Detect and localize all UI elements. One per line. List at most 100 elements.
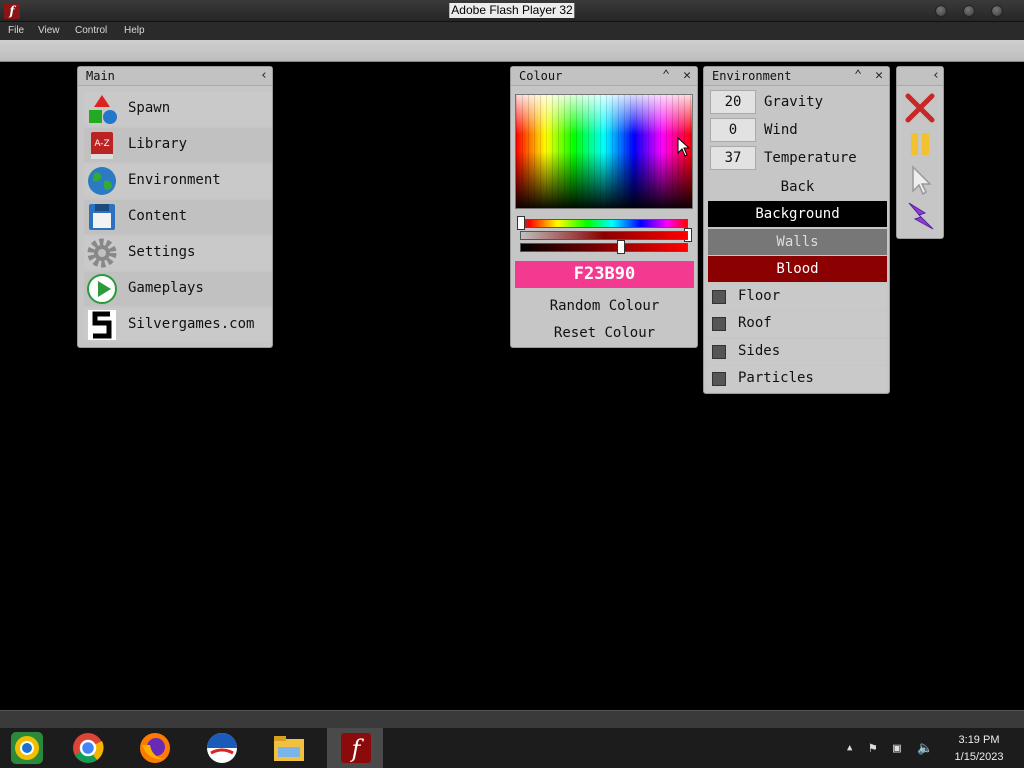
main-item-gameplays[interactable]: Gameplays — [84, 272, 272, 306]
main-item-content[interactable]: Content — [84, 200, 272, 234]
reset-colour-button[interactable]: Reset Colour — [515, 320, 694, 346]
game-bottom-bar — [0, 710, 1024, 728]
environment-panel-title: Environment — [712, 69, 792, 83]
main-item-settings[interactable]: Settings — [84, 236, 272, 270]
wind-label: Wind — [764, 122, 798, 138]
firefox-icon[interactable] — [138, 731, 172, 765]
tools-panel-header: ‹ — [897, 67, 943, 86]
floor-checkbox[interactable] — [712, 290, 726, 304]
menu-file[interactable]: File — [8, 25, 24, 36]
blood-colour-button[interactable]: Blood — [708, 256, 887, 282]
background-colour-button[interactable]: Background — [708, 201, 887, 227]
silvergames-logo-icon — [88, 310, 116, 340]
brightness-slider[interactable] — [520, 243, 688, 252]
environment-panel-header: Environment ⌃ ✕ — [704, 67, 889, 86]
main-panel: Main ‹ Spawn A-Z Library Environment Con… — [77, 66, 273, 348]
minimize-chevron-icon[interactable]: ⌃ — [658, 68, 674, 84]
maximize-button[interactable] — [963, 5, 975, 17]
minimize-chevron-icon[interactable]: ⌃ — [850, 68, 866, 84]
pause-tool-icon[interactable] — [903, 127, 937, 161]
main-item-label: Settings — [128, 244, 196, 260]
book-az-icon: A-Z — [91, 132, 113, 159]
flag-icon[interactable]: ⚑ — [869, 741, 877, 756]
main-item-spawn[interactable]: Spawn — [84, 92, 272, 126]
chevron-up-icon[interactable]: ▲ — [847, 743, 852, 753]
collapse-chevron-icon[interactable]: ‹ — [928, 68, 944, 84]
main-item-label: Gameplays — [128, 280, 204, 296]
close-window-button[interactable] — [991, 5, 1003, 17]
floppy-disk-icon — [89, 204, 115, 230]
main-item-label: Silvergames.com — [128, 316, 255, 332]
floor-label: Floor — [738, 288, 781, 304]
main-item-environment[interactable]: Environment — [84, 164, 272, 198]
roof-checkbox-row[interactable]: Roof — [708, 311, 887, 337]
network-icon[interactable]: ▣ — [893, 741, 901, 756]
sides-checkbox-row[interactable]: Sides — [708, 339, 887, 365]
hex-colour-value[interactable]: F23B90 — [515, 261, 694, 288]
mouse-cursor-icon — [677, 137, 691, 157]
wind-value-input[interactable]: 0 — [710, 118, 756, 142]
walls-colour-button[interactable]: Walls — [708, 229, 887, 255]
svg-text:A-Z: A-Z — [94, 139, 109, 149]
particles-label: Particles — [738, 370, 814, 386]
main-item-library[interactable]: A-Z Library — [84, 128, 272, 162]
chrome-icon[interactable] — [71, 731, 105, 765]
gear-icon — [87, 238, 117, 268]
hue-slider[interactable] — [520, 219, 688, 228]
globe-icon — [88, 167, 116, 195]
main-item-label: Content — [128, 208, 188, 224]
main-item-label: Spawn — [128, 100, 171, 116]
particles-checkbox-row[interactable]: Particles — [708, 366, 887, 392]
title-bar: f Adobe Flash Player 32 — [0, 0, 1024, 22]
colour-panel: Colour ⌃ ✕ F23B90 Random Colour Reset Co… — [510, 66, 698, 348]
file-explorer-icon[interactable] — [272, 731, 306, 765]
close-tool-icon[interactable] — [903, 91, 937, 125]
hue-slider-handle[interactable] — [517, 216, 525, 230]
temperature-label: Temperature — [764, 150, 857, 166]
lightning-tool-icon[interactable] — [903, 199, 937, 233]
back-button[interactable]: Back — [708, 174, 887, 200]
main-item-label: Environment — [128, 172, 221, 188]
saturation-slider[interactable] — [520, 231, 688, 240]
environment-panel: Environment ⌃ ✕ 20 Gravity 0 Wind 37 Tem… — [703, 66, 890, 394]
roof-label: Roof — [738, 315, 772, 331]
colour-spectrum-picker[interactable] — [515, 94, 693, 209]
menu-control[interactable]: Control — [75, 25, 107, 36]
random-colour-button[interactable]: Random Colour — [515, 293, 694, 319]
sides-checkbox[interactable] — [712, 345, 726, 359]
chrome-canary-icon[interactable] — [10, 731, 44, 765]
taskbar: f ▲ ⚑ ▣ 🔈 3:19 PM 1/15/2023 — [0, 728, 1024, 768]
tools-panel: ‹ — [896, 66, 944, 239]
menu-bar: File View Control Help — [0, 22, 1024, 40]
menu-help[interactable]: Help — [124, 25, 145, 36]
sides-label: Sides — [738, 343, 781, 359]
browser-globe-icon[interactable] — [205, 731, 239, 765]
flash-player-icon[interactable]: f — [339, 731, 373, 765]
play-icon — [87, 274, 117, 304]
floor-checkbox-row[interactable]: Floor — [708, 284, 887, 310]
colour-panel-title: Colour — [519, 69, 563, 83]
brightness-slider-handle[interactable] — [617, 240, 625, 254]
main-panel-header: Main ‹ — [78, 67, 272, 86]
menu-view[interactable]: View — [38, 25, 60, 36]
close-icon[interactable]: ✕ — [679, 68, 695, 84]
speaker-icon[interactable]: 🔈 — [917, 741, 933, 756]
collapse-chevron-icon[interactable]: ‹ — [256, 68, 272, 84]
cursor-tool-icon[interactable] — [903, 163, 937, 197]
close-icon[interactable]: ✕ — [871, 68, 887, 84]
main-item-silvergames[interactable]: Silvergames.com — [84, 308, 272, 342]
clock-time[interactable]: 3:19 PM — [946, 734, 1012, 746]
gravity-label: Gravity — [764, 94, 824, 110]
roof-checkbox[interactable] — [712, 317, 726, 331]
main-item-label: Library — [128, 136, 188, 152]
colour-panel-header: Colour ⌃ ✕ — [511, 67, 697, 86]
shapes-icon — [89, 95, 117, 124]
window-title: Adobe Flash Player 32 — [449, 3, 575, 18]
gravity-value-input[interactable]: 20 — [710, 90, 756, 114]
temperature-value-input[interactable]: 37 — [710, 146, 756, 170]
minimize-button[interactable] — [935, 5, 947, 17]
flash-app-icon: f — [4, 3, 20, 19]
clock-date[interactable]: 1/15/2023 — [946, 751, 1012, 763]
game-toolbar-strip — [0, 40, 1024, 62]
particles-checkbox[interactable] — [712, 372, 726, 386]
